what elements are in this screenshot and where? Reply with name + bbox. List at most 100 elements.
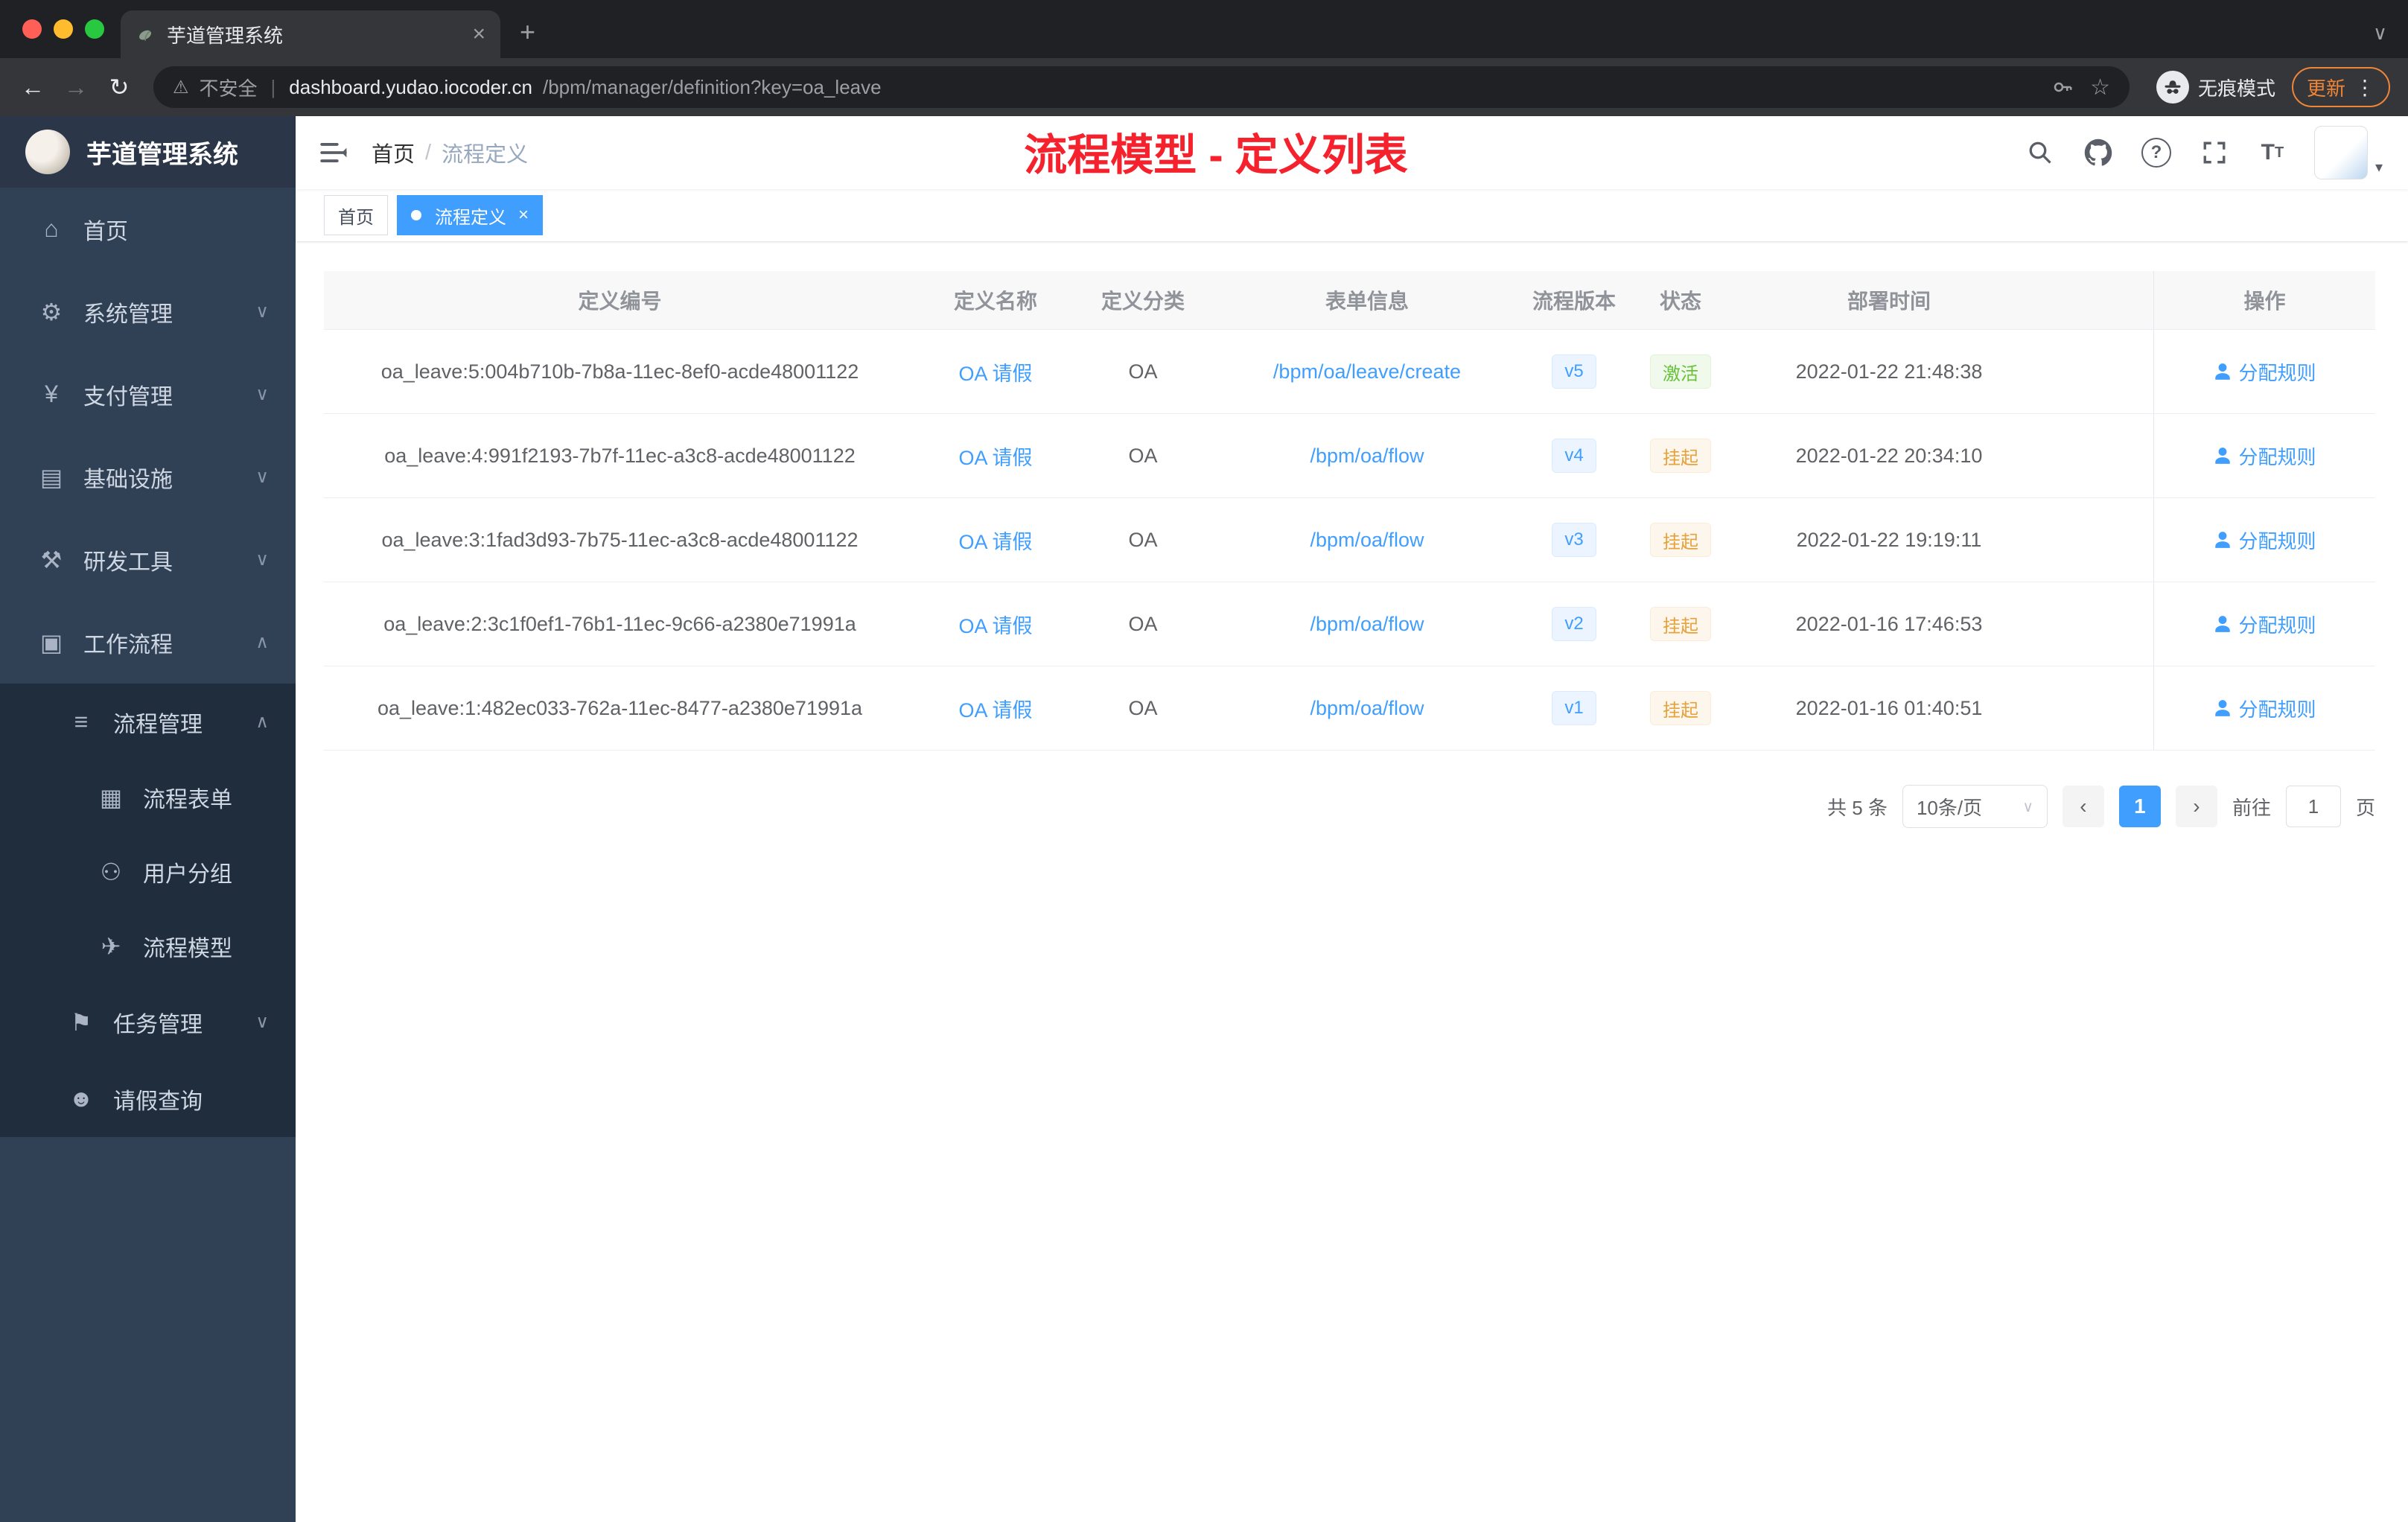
assign-rule-link[interactable]: 分配规则 xyxy=(2213,442,2316,470)
cell-definition-name[interactable]: OA 请假 xyxy=(916,582,1075,666)
cell-form-link[interactable]: /bpm/oa/leave/create xyxy=(1211,330,1523,413)
window-zoom-button[interactable] xyxy=(85,19,104,39)
people-icon: ⚇ xyxy=(100,859,122,885)
breadcrumb: 首页 / 流程定义 xyxy=(372,137,528,168)
browser-tabstrip: 芋道管理系统 × + ∨ xyxy=(0,0,2408,58)
cell-version: v2 xyxy=(1523,582,1625,666)
sidebar-item-process-management[interactable]: ≡ 流程管理 ∧ xyxy=(0,684,296,760)
window-controls xyxy=(0,19,121,39)
cell-status: 挂起 xyxy=(1625,414,1736,497)
tab-title: 芋道管理系统 xyxy=(167,24,284,47)
tag-process-definition[interactable]: 流程定义 × xyxy=(397,195,544,235)
sidebar-item-user-group[interactable]: ⚇ 用户分组 xyxy=(0,835,296,909)
tab-close-icon[interactable]: × xyxy=(472,22,485,47)
status-badge: 挂起 xyxy=(1650,607,1711,641)
sidebar-item-payment-management[interactable]: ¥ 支付管理 ∨ xyxy=(0,353,296,436)
search-icon[interactable] xyxy=(2024,136,2057,169)
cell-definition-category: OA xyxy=(1128,444,1158,467)
assign-rule-link[interactable]: 分配规则 xyxy=(2213,611,2316,638)
cell-definition-name[interactable]: OA 请假 xyxy=(916,666,1075,750)
avatar[interactable] xyxy=(2313,126,2368,179)
table-row: oa_leave:5:004b710b-7b8a-11ec-8ef0-acde4… xyxy=(324,330,2375,414)
user-icon xyxy=(2215,363,2231,380)
tag-home[interactable]: 首页 xyxy=(324,195,388,235)
forward-button[interactable]: → xyxy=(57,68,95,106)
cell-status: 激活 xyxy=(1625,330,1736,413)
page-size-select[interactable]: 10条/页 ∨ xyxy=(1902,785,2048,828)
sidebar-toggle-button[interactable] xyxy=(296,141,372,165)
cell-definition-name[interactable]: OA 请假 xyxy=(916,330,1075,413)
address-bar[interactable]: ⚠ 不安全 | dashboard.yudao.iocoder.cn/bpm/m… xyxy=(153,66,2130,108)
navbar-actions: ? TT ▾ xyxy=(2024,126,2408,179)
sidebar-item-infrastructure[interactable]: ▤ 基础设施 ∨ xyxy=(0,436,296,518)
cell-form-link[interactable]: /bpm/oa/flow xyxy=(1211,498,1523,582)
sidebar-item-system-management[interactable]: ⚙ 系统管理 ∨ xyxy=(0,270,296,353)
sidebar-item-process-model[interactable]: ✈ 流程模型 xyxy=(0,909,296,984)
tab-search-icon[interactable]: ∨ xyxy=(2373,22,2408,58)
help-icon[interactable]: ? xyxy=(2140,136,2173,169)
definition-table: 定义编号 定义名称 定义分类 表单信息 流程版本 状态 部署时间 操作 oa_l… xyxy=(324,271,2375,751)
tags-view-bar: 首页 流程定义 × xyxy=(296,189,2408,241)
cell-definition-category: OA xyxy=(1128,528,1158,551)
cell-definition-name[interactable]: OA 请假 xyxy=(916,498,1075,582)
window-minimize-button[interactable] xyxy=(54,19,73,39)
bookmark-star-icon[interactable]: ☆ xyxy=(2090,74,2110,101)
page-number-button[interactable]: 1 xyxy=(2118,786,2161,827)
assign-rule-link[interactable]: 分配规则 xyxy=(2213,695,2316,722)
chevron-up-icon: ∧ xyxy=(255,712,269,732)
main-area: 首页 / 流程定义 流程模型 - 定义列表 ? T T ▾ 首页 流程定义 × … xyxy=(296,116,2408,1522)
cell-deploy-time: 2022-01-22 19:19:11 xyxy=(1796,528,1982,551)
sidebar-item-process-form[interactable]: ▦ 流程表单 xyxy=(0,760,296,835)
assign-rule-link[interactable]: 分配规则 xyxy=(2213,358,2316,386)
favicon xyxy=(139,30,151,41)
table-row: oa_leave:2:3c1f0ef1-76b1-11ec-9c66-a2380… xyxy=(324,582,2375,666)
prev-page-button[interactable]: ‹ xyxy=(2062,786,2104,827)
cell-definition-category: OA xyxy=(1128,360,1158,383)
update-label: 更新 xyxy=(2306,77,2345,100)
chevron-down-icon: ∨ xyxy=(255,1012,269,1032)
sidebar-logo[interactable]: 芋道管理系统 xyxy=(0,116,296,188)
sidebar-item-dev-tools[interactable]: ⚒ 研发工具 ∨ xyxy=(0,518,296,601)
table-row: oa_leave:1:482ec033-762a-11ec-8477-a2380… xyxy=(324,666,2375,751)
security-label[interactable]: 不安全 xyxy=(200,74,258,101)
font-size-icon[interactable]: TT xyxy=(2256,136,2289,169)
page-title: 流程模型 - 定义列表 xyxy=(1024,131,1408,179)
user-avatar-dropdown[interactable]: ▾ xyxy=(2313,126,2383,179)
cell-form-link[interactable]: /bpm/oa/flow xyxy=(1211,414,1523,497)
next-page-button[interactable]: › xyxy=(2175,786,2217,827)
cell-deploy-time: 2022-01-16 01:40:51 xyxy=(1795,696,1983,719)
fullscreen-icon[interactable] xyxy=(2198,136,2231,169)
infrastructure-icon: ▤ xyxy=(39,463,63,491)
sidebar-item-workflow[interactable]: ▣ 工作流程 ∧ xyxy=(0,601,296,684)
breadcrumb-home[interactable]: 首页 xyxy=(372,137,415,168)
cell-form-link[interactable]: /bpm/oa/flow xyxy=(1211,666,1523,750)
sidebar-item-home[interactable]: ⌂ 首页 xyxy=(0,188,296,270)
back-button[interactable]: ← xyxy=(13,68,52,106)
sidebar-item-leave-query[interactable]: ☻ 请假查询 xyxy=(0,1060,296,1137)
col-deploy-time: 部署时间 xyxy=(1847,290,1931,313)
cell-version: v4 xyxy=(1523,414,1625,497)
password-key-icon[interactable] xyxy=(2051,76,2074,98)
goto-page-input[interactable] xyxy=(2285,786,2341,827)
github-icon[interactable] xyxy=(2082,136,2115,169)
screen: 芋道管理系统 × + ∨ ← → ↻ ⚠ 不安全 | dashboard.yud… xyxy=(0,0,2408,1522)
browser-menu-icon[interactable]: ⋮ xyxy=(2354,75,2375,100)
status-badge: 挂起 xyxy=(1650,691,1711,725)
cell-deploy-time: 2022-01-16 17:46:53 xyxy=(1795,612,1983,635)
cell-definition-id: oa_leave:5:004b710b-7b8a-11ec-8ef0-acde4… xyxy=(380,360,859,383)
reload-button[interactable]: ↻ xyxy=(100,68,138,106)
cell-form-link[interactable]: /bpm/oa/flow xyxy=(1211,582,1523,666)
chrome-update-button[interactable]: 更新 ⋮ xyxy=(2291,67,2390,107)
cell-definition-name[interactable]: OA 请假 xyxy=(916,414,1075,497)
new-tab-button[interactable]: + xyxy=(520,16,535,48)
browser-tab[interactable]: 芋道管理系统 × xyxy=(121,10,500,58)
incognito-icon xyxy=(2156,71,2189,104)
status-badge: 激活 xyxy=(1650,354,1711,389)
assign-rule-link[interactable]: 分配规则 xyxy=(2213,526,2316,554)
sidebar-item-task-management[interactable]: ⚑ 任务管理 ∨ xyxy=(0,984,296,1060)
window-close-button[interactable] xyxy=(22,19,42,39)
incognito-label: 无痕模式 xyxy=(2197,77,2275,100)
cell-status: 挂起 xyxy=(1625,666,1736,750)
user-icon xyxy=(2215,448,2231,464)
tag-close-icon[interactable]: × xyxy=(518,205,529,226)
